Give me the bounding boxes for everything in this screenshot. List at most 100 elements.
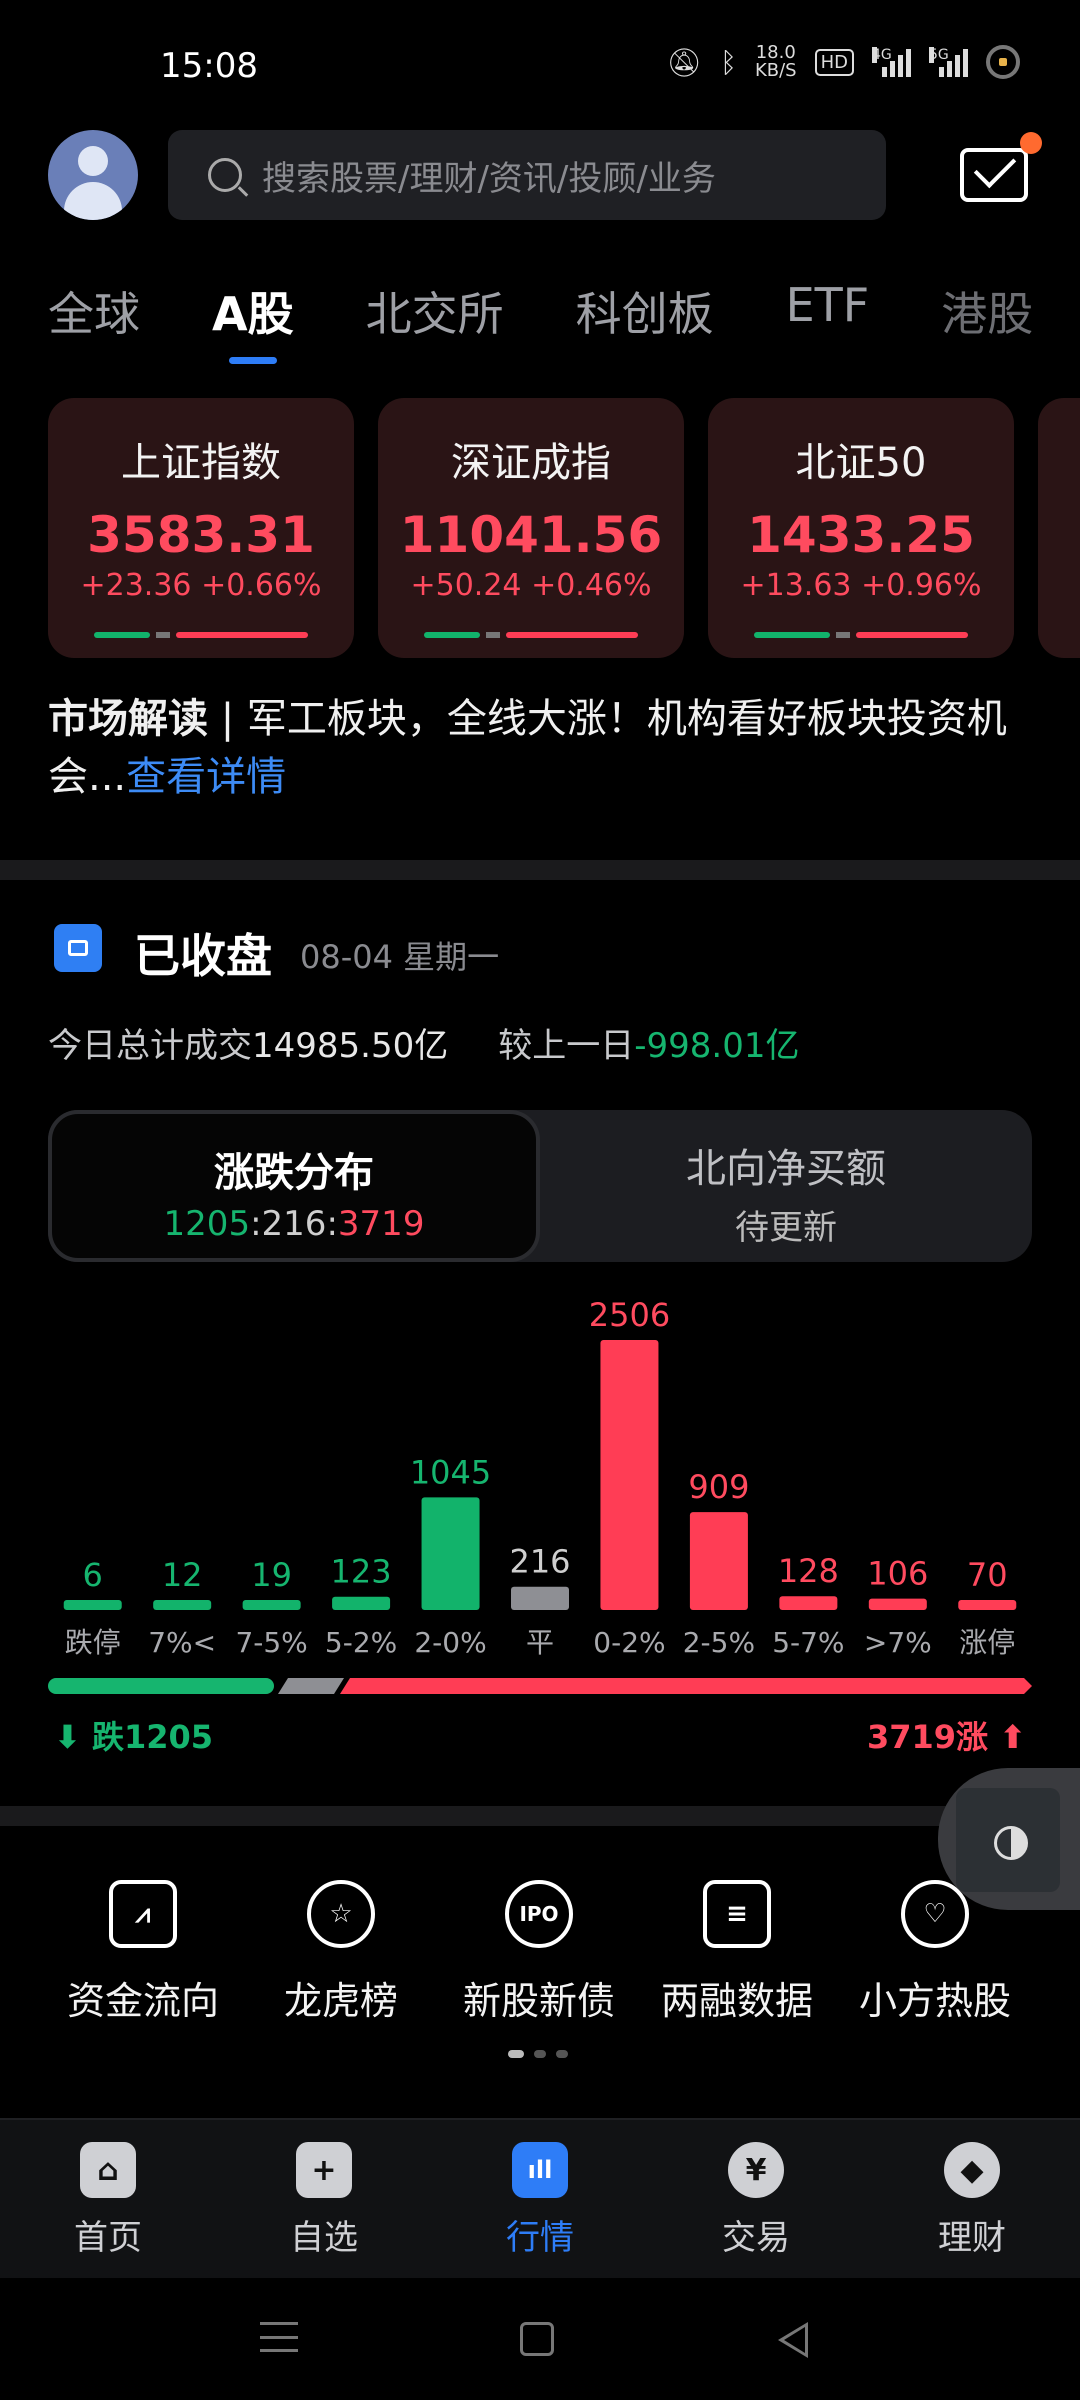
category-label: 7-5%	[235, 1626, 307, 1659]
home-button-icon[interactable]	[520, 2322, 554, 2356]
tool-hot-stocks[interactable]: ♡ 小方热股	[836, 1880, 1034, 2025]
category-label: 平	[526, 1626, 554, 1659]
index-change-abs: +13.63	[740, 568, 852, 603]
distribution-toggle: 涨跌分布 1205:216:3719 北向净买额 待更新	[48, 1110, 1032, 1262]
rise-fall-ratio: 1205:216:3719	[163, 1204, 425, 1244]
market-status-title: 已收盘	[134, 929, 272, 983]
system-nav-bar	[0, 2278, 1080, 2400]
rise-fall-range-bar	[48, 1678, 1032, 1694]
trade-icon: ¥	[728, 2142, 784, 2198]
bar-3	[332, 1596, 391, 1610]
index-change-abs: +23.36	[80, 568, 192, 603]
net-speed-unit: KB/S	[754, 60, 797, 81]
tab-rise-fall-distribution[interactable]: 涨跌分布 1205:216:3719	[48, 1110, 540, 1262]
notification-dot	[1020, 132, 1042, 154]
ratio-flat: 216	[261, 1204, 327, 1244]
tab-a-share[interactable]: A股	[212, 278, 294, 364]
index-card-bse50[interactable]: 北证50 1433.25 +13.63 +0.96%	[708, 398, 1014, 658]
bar-4	[421, 1497, 480, 1610]
up-count: 3719涨 ⬆	[866, 1718, 1026, 1756]
bar-value-label: 216	[509, 1543, 570, 1581]
index-change-pct: +0.66%	[201, 568, 322, 603]
category-label: 跌停	[65, 1626, 121, 1659]
bar-value-label: 123	[331, 1553, 392, 1591]
search-icon	[208, 158, 242, 192]
nav-label: 行情	[506, 2218, 574, 2258]
index-card-shanghai[interactable]: 上证指数 3583.31 +23.36 +0.66%	[48, 398, 354, 658]
nav-home[interactable]: ⌂ 首页	[0, 2120, 216, 2278]
bar-value-label: 1045	[410, 1453, 491, 1491]
nav-label: 理财	[938, 2218, 1006, 2258]
index-change-pct: +0.46%	[531, 568, 652, 603]
nav-watchlist[interactable]: + 自选	[216, 2120, 432, 2278]
view-details-link[interactable]: 查看详情	[126, 754, 286, 800]
market-date: 08-04 星期一	[300, 938, 500, 976]
range-flat-segment	[278, 1678, 344, 1694]
nav-trade[interactable]: ¥ 交易	[648, 2120, 864, 2278]
market-status-icon	[54, 924, 102, 972]
signal-5g-icon: 5G	[929, 47, 968, 77]
tool-label: 新股新债	[462, 1979, 615, 2023]
recent-apps-icon[interactable]	[260, 2322, 298, 2352]
bar-0	[63, 1600, 122, 1610]
nav-label: 自选	[290, 2218, 358, 2258]
tab-global[interactable]: 全球	[48, 278, 140, 344]
market-icon: ıll	[512, 2142, 568, 2198]
index-breadth-bar	[94, 632, 308, 638]
tool-ipo[interactable]: IPO 新股新债	[440, 1880, 638, 2025]
tab-bse[interactable]: 北交所	[366, 278, 504, 344]
bar-value-label: 2506	[589, 1296, 670, 1334]
search-input[interactable]: 搜索股票/理财/资讯/投顾/业务	[168, 130, 886, 220]
bluetooth-icon: ᛒ	[720, 45, 737, 79]
status-icons: 🔕︎ ᛒ 18.0 KB/S HD 4G 5G	[667, 44, 1020, 80]
nav-market[interactable]: ıll 行情	[432, 2120, 648, 2278]
tab-hk[interactable]: 港股	[941, 278, 1033, 344]
index-name: 深证成指	[451, 440, 611, 486]
bar-1	[153, 1600, 212, 1610]
mute-icon: 🔕︎	[666, 45, 703, 79]
index-card-next[interactable]	[1038, 398, 1080, 658]
tool-fund-flow[interactable]: ⩘ 资金流向	[44, 1880, 242, 2025]
contrast-icon	[956, 1788, 1060, 1892]
toggle-right-value: 待更新	[735, 1208, 837, 1248]
bar-8	[779, 1596, 838, 1610]
category-label: 2-5%	[683, 1626, 755, 1659]
index-value: 11041.56	[399, 506, 663, 564]
category-label: 0-2%	[593, 1626, 665, 1659]
bar-value-label: 6	[83, 1556, 103, 1594]
rise-fall-chart: 6 跌停 12 7%< 19 7-5% 123 5-2% 1045 2-0% 216 平 2506 0-2…	[63, 1296, 1017, 1659]
market-tabs: 全球 A股 北交所 科创板 ETF 港股	[48, 278, 1080, 364]
home-icon: ⌂	[80, 2142, 136, 2198]
compare-label: 较上一日	[498, 1026, 635, 1066]
index-change: +50.24 +0.46%	[378, 568, 684, 603]
turnover-summary: 今日总计成交14985.50亿 较上一日-998.01亿	[48, 1018, 799, 1067]
tab-etf[interactable]: ETF	[786, 278, 870, 344]
down-count: ⬇ 跌1205	[54, 1718, 214, 1756]
message-icon[interactable]	[960, 148, 1028, 202]
ratio-up: 3719	[337, 1204, 425, 1244]
category-label: 涨停	[959, 1626, 1015, 1659]
avatar[interactable]	[48, 130, 138, 220]
turnover-label: 今日总计成交	[48, 1026, 252, 1066]
market-reading[interactable]: 市场解读 | 军工板块，全线大涨！机构看好板块投资机会...查看详情	[48, 690, 1038, 806]
section-divider	[0, 1806, 1080, 1826]
toggle-right-title: 北向净买额	[686, 1146, 886, 1192]
signal-4g-icon: 4G	[872, 47, 911, 77]
tab-star-market[interactable]: 科创板	[576, 278, 714, 344]
bottom-nav: ⌂ 首页 + 自选 ıll 行情 ¥ 交易 ◆ 理财	[0, 2118, 1080, 2278]
reading-separator: |	[208, 696, 247, 742]
index-card-shenzhen[interactable]: 深证成指 11041.56 +50.24 +0.46%	[378, 398, 684, 658]
tab-northbound[interactable]: 北向净买额 待更新	[540, 1110, 1032, 1262]
status-time: 15:08	[160, 46, 258, 86]
back-icon[interactable]	[778, 2322, 808, 2358]
bar-6	[600, 1340, 659, 1610]
bar-value-label: 70	[967, 1556, 1008, 1594]
tool-margin-data[interactable]: ≡ 两融数据	[638, 1880, 836, 2025]
nav-wealth[interactable]: ◆ 理财	[864, 2120, 1080, 2278]
category-label: 2-0%	[414, 1626, 486, 1659]
tool-ranking[interactable]: ☆ 龙虎榜	[242, 1880, 440, 2025]
index-cards: 上证指数 3583.31 +23.36 +0.66% 深证成指 11041.56…	[48, 398, 1080, 658]
category-label: 7%<	[148, 1626, 216, 1659]
signal-label: 5G	[929, 47, 949, 63]
reading-prefix: 市场解读	[48, 696, 208, 742]
